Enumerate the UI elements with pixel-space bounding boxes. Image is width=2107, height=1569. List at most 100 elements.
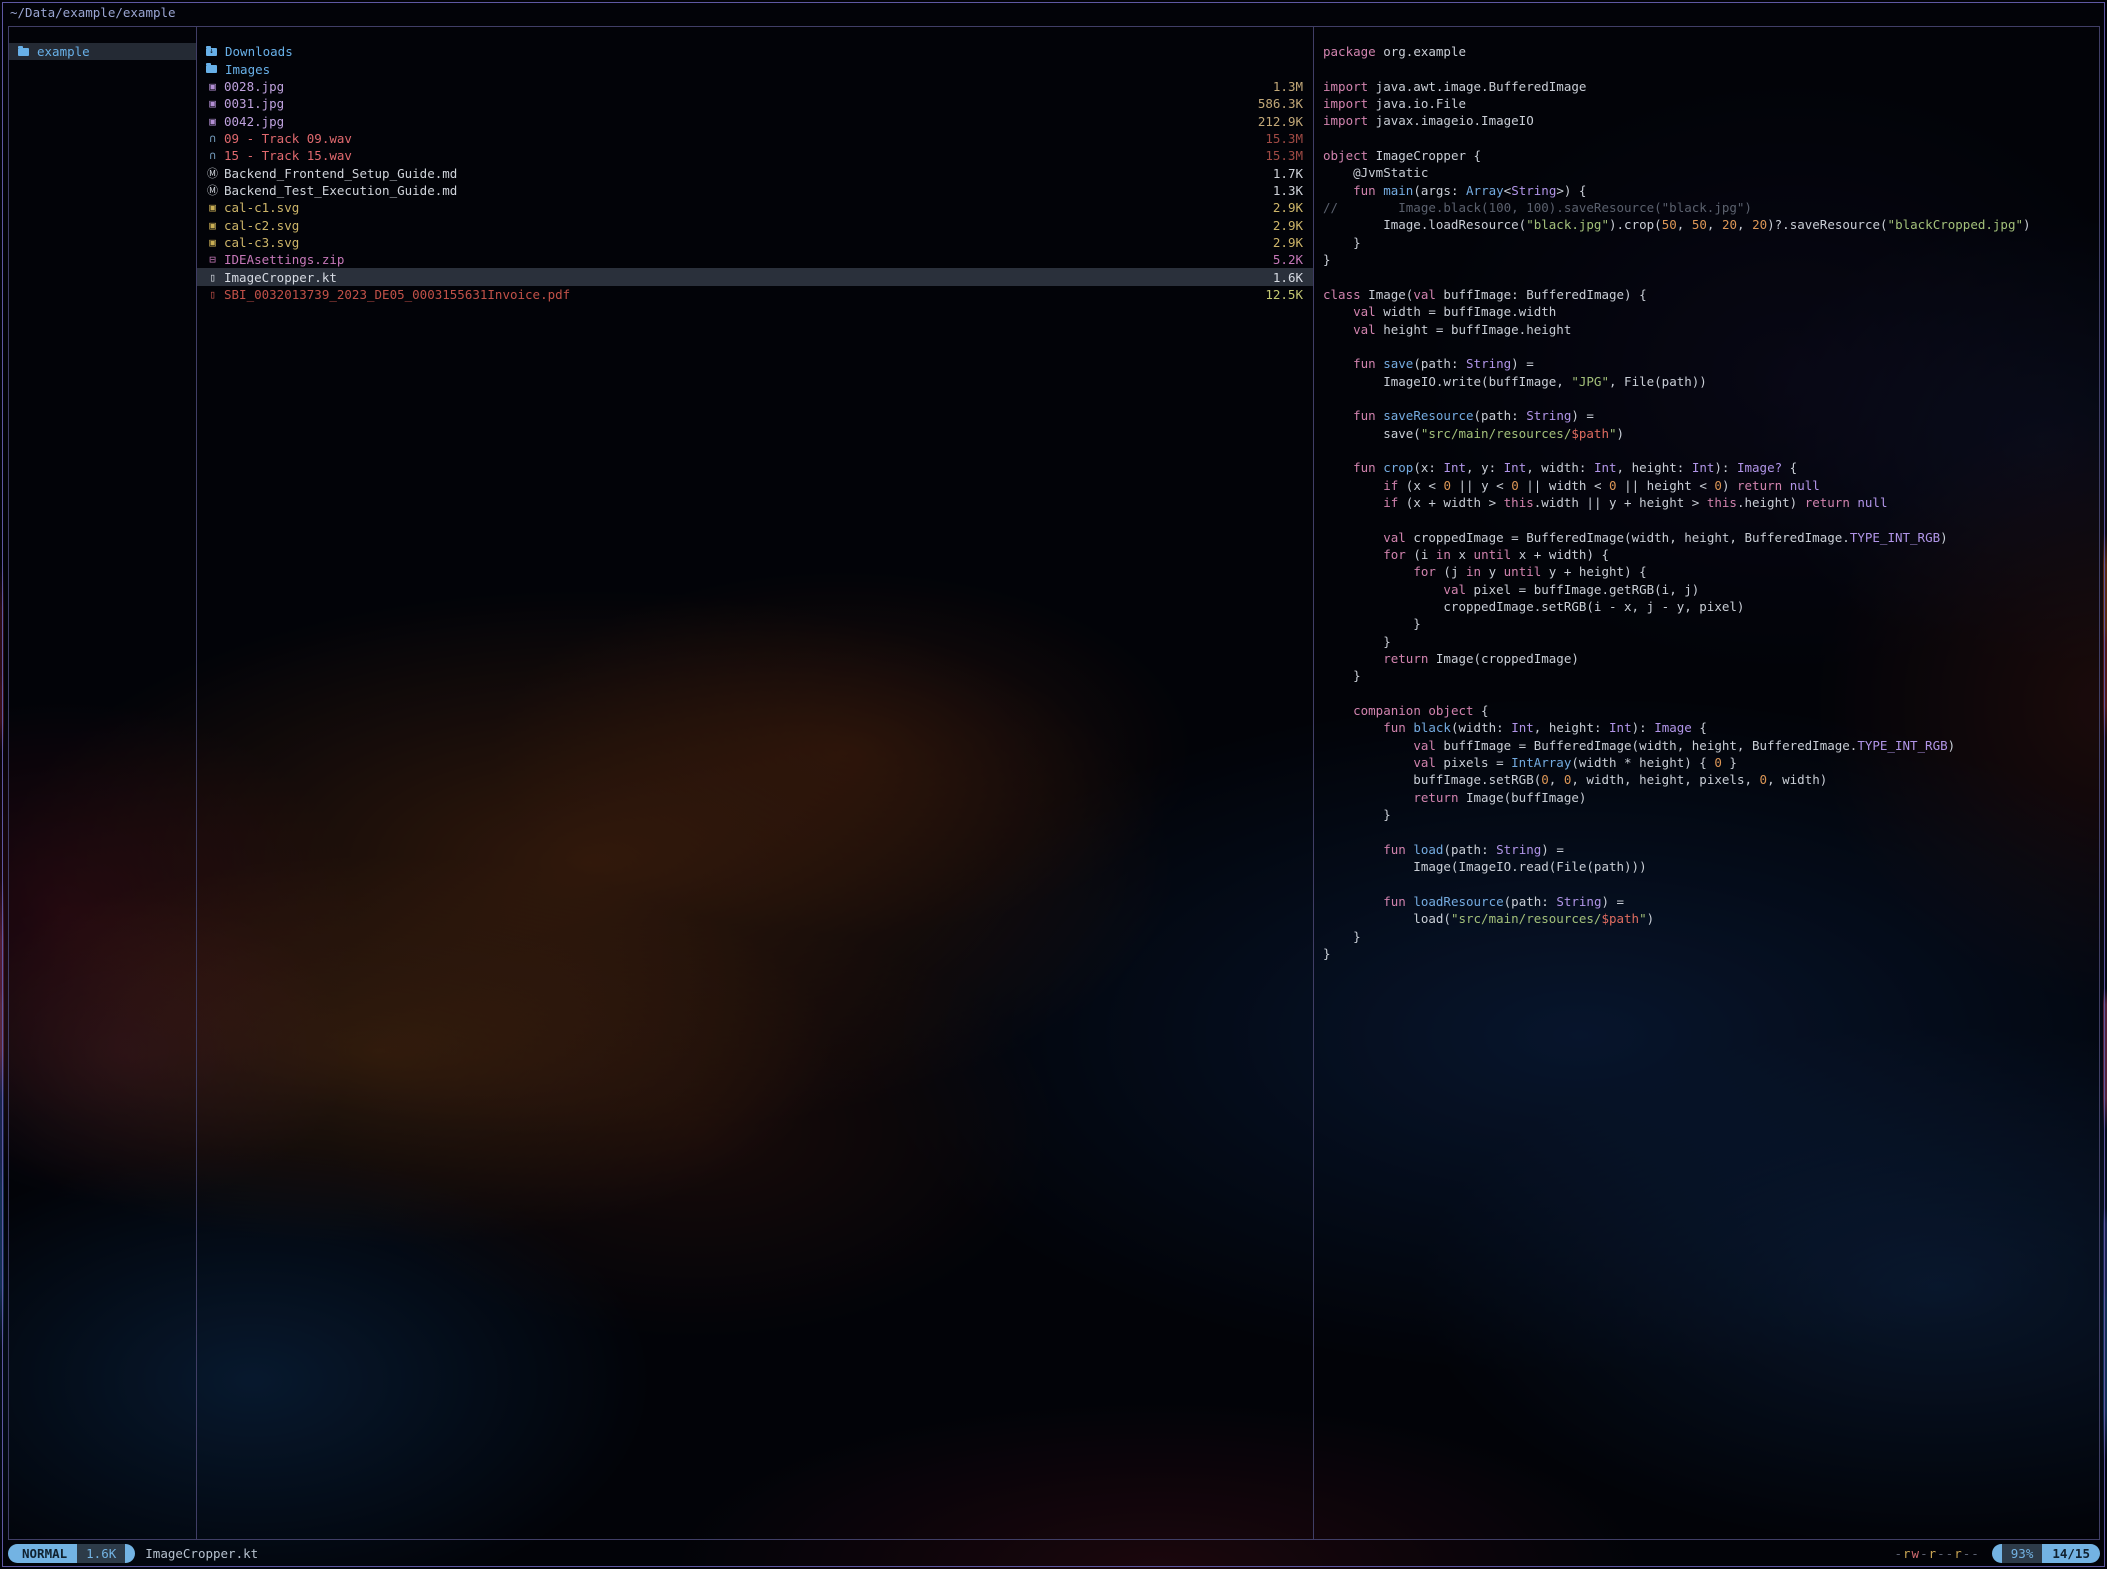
file-size: 1.7K bbox=[1273, 166, 1303, 181]
markdown-icon: Ⓜ bbox=[205, 165, 220, 181]
archive-icon: ⊟ bbox=[205, 253, 220, 266]
image-icon: ▣ bbox=[205, 80, 220, 93]
file-name: 0031.jpg bbox=[224, 96, 284, 111]
file-name: 09 - Track 09.wav bbox=[224, 131, 352, 146]
code-line bbox=[1323, 268, 2099, 285]
code-line: fun main(args: Array<String>) { bbox=[1323, 182, 2099, 199]
file-size: 586.3K bbox=[1258, 96, 1303, 111]
folder-icon bbox=[206, 65, 217, 73]
preview-pane: package org.exampleimport java.awt.image… bbox=[1314, 27, 2099, 1539]
file-row[interactable]: ⓂBackend_Test_Execution_Guide.md1.3K bbox=[197, 182, 1313, 199]
code-line bbox=[1323, 390, 2099, 407]
parent-item[interactable]: example bbox=[9, 43, 196, 60]
file-name: Downloads bbox=[225, 44, 293, 59]
file-row[interactable]: ∩ 09 - Track 09.wav 15.3M bbox=[197, 130, 1313, 147]
code-line: val width = buffImage.width bbox=[1323, 303, 2099, 320]
code-line: } bbox=[1323, 806, 2099, 823]
kotlin-file-icon: ▯ bbox=[205, 271, 220, 284]
mode-badge: NORMAL bbox=[8, 1544, 77, 1563]
code-line: } bbox=[1323, 945, 2099, 962]
file-row[interactable]: ▯SBI_0032013739_2023_DE05_0003155631Invo… bbox=[197, 286, 1313, 303]
code-line: if (x < 0 || y < 0 || width < 0 || heigh… bbox=[1323, 477, 2099, 494]
code-line bbox=[1323, 130, 2099, 147]
parent-item-label: example bbox=[37, 44, 90, 59]
file-size-badge: 1.6K bbox=[77, 1544, 125, 1563]
file-size: 2.9K bbox=[1273, 200, 1303, 215]
file-row[interactable]: ▣ cal-c3.svg 2.9K bbox=[197, 234, 1313, 251]
code-line: } bbox=[1323, 667, 2099, 684]
code-line: return Image(buffImage) bbox=[1323, 789, 2099, 806]
file-size: 1.3M bbox=[1273, 79, 1303, 94]
file-name: 15 - Track 15.wav bbox=[224, 148, 352, 163]
file-row[interactable]: ▯ImageCropper.kt1.6K bbox=[197, 268, 1313, 285]
file-row[interactable]: ⓂBackend_Frontend_Setup_Guide.md1.7K bbox=[197, 164, 1313, 181]
image-icon: ▣ bbox=[205, 97, 220, 110]
code-line: import java.io.File bbox=[1323, 95, 2099, 112]
code-line: fun black(width: Int, height: Int): Imag… bbox=[1323, 719, 2099, 736]
title-bar: ~/Data/example/example bbox=[10, 5, 176, 23]
file-row[interactable]: ▣cal-c2.svg2.9K bbox=[197, 216, 1313, 233]
file-size: 15.3M bbox=[1265, 131, 1303, 146]
image-icon: ▣ bbox=[205, 115, 220, 128]
code-line bbox=[1323, 60, 2099, 77]
file-size: 5.2K bbox=[1273, 252, 1303, 267]
audio-icon: ∩ bbox=[205, 149, 220, 162]
image-icon: ▣ bbox=[205, 219, 220, 232]
file-row[interactable]: Downloads bbox=[197, 43, 1313, 60]
code-line: Image.loadResource("black.jpg").crop(50,… bbox=[1323, 216, 2099, 233]
code-line: return Image(croppedImage) bbox=[1323, 650, 2099, 667]
file-name: Images bbox=[225, 62, 270, 77]
file-name: cal-c3.svg bbox=[224, 235, 299, 250]
code-line: fun crop(x: Int, y: Int, width: Int, hei… bbox=[1323, 459, 2099, 476]
audio-icon: ∩ bbox=[205, 132, 220, 145]
parent-pane: example bbox=[9, 27, 197, 1539]
permissions-text: -rw-r--r-- bbox=[1894, 1546, 1979, 1561]
status-bar: NORMAL 1.6K ImageCropper.kt -rw-r--r-- 9… bbox=[8, 1544, 2100, 1563]
code-line: load("src/main/resources/$path") bbox=[1323, 910, 2099, 927]
file-row[interactable]: ▣0042.jpg212.9K bbox=[197, 112, 1313, 129]
file-size: 2.9K bbox=[1273, 235, 1303, 250]
file-row[interactable]: ▣ 0031.jpg 586.3K bbox=[197, 95, 1313, 112]
code-line bbox=[1323, 442, 2099, 459]
file-name: 0028.jpg bbox=[224, 79, 284, 94]
window-title: ~/Data/example/example bbox=[10, 5, 176, 20]
image-icon: ▣ bbox=[205, 236, 220, 249]
code-line: val buffImage = BufferedImage(width, hei… bbox=[1323, 737, 2099, 754]
file-size: 12.5K bbox=[1265, 287, 1303, 302]
file-name: cal-c2.svg bbox=[224, 218, 299, 233]
code-line: companion object { bbox=[1323, 702, 2099, 719]
code-line: for (j in y until y + height) { bbox=[1323, 563, 2099, 580]
code-line: croppedImage.setRGB(i - x, j - y, pixel) bbox=[1323, 598, 2099, 615]
code-line: // Image.black(100, 100).saveResource("b… bbox=[1323, 199, 2099, 216]
file-row[interactable]: ∩ 15 - Track 15.wav 15.3M bbox=[197, 147, 1313, 164]
code-line: val croppedImage = BufferedImage(width, … bbox=[1323, 529, 2099, 546]
code-line bbox=[1323, 876, 2099, 893]
file-row[interactable]: Images bbox=[197, 60, 1313, 77]
terminal-window: ~/Data/example/example example Downloads… bbox=[0, 0, 2107, 1569]
file-size: 212.9K bbox=[1258, 114, 1303, 129]
folder-icon bbox=[18, 48, 29, 56]
code-line: class Image(val buffImage: BufferedImage… bbox=[1323, 286, 2099, 303]
code-line: if (x + width > this.width || y + height… bbox=[1323, 494, 2099, 511]
powerline-cap-icon bbox=[1992, 1544, 2002, 1563]
code-line: } bbox=[1323, 615, 2099, 632]
code-line bbox=[1323, 338, 2099, 355]
code-line: object ImageCropper { bbox=[1323, 147, 2099, 164]
folder-download-icon bbox=[206, 48, 217, 56]
markdown-icon: Ⓜ bbox=[205, 182, 220, 198]
status-filename: ImageCropper.kt bbox=[145, 1546, 258, 1561]
code-line: } bbox=[1323, 234, 2099, 251]
file-row[interactable]: ⊟IDEAsettings.zip5.2K bbox=[197, 251, 1313, 268]
image-icon: ▣ bbox=[205, 201, 220, 214]
file-size: 1.6K bbox=[1273, 270, 1303, 285]
pdf-icon: ▯ bbox=[205, 288, 220, 301]
file-size: 15.3M bbox=[1265, 148, 1303, 163]
code-line: } bbox=[1323, 633, 2099, 650]
code-line: val pixels = IntArray(width * height) { … bbox=[1323, 754, 2099, 771]
code-line: fun loadResource(path: String) = bbox=[1323, 893, 2099, 910]
code-line: import javax.imageio.ImageIO bbox=[1323, 112, 2099, 129]
code-line: val pixel = buffImage.getRGB(i, j) bbox=[1323, 581, 2099, 598]
file-name: Backend_Test_Execution_Guide.md bbox=[224, 183, 457, 198]
file-row[interactable]: ▣ 0028.jpg 1.3M bbox=[197, 78, 1313, 95]
file-row[interactable]: ▣cal-c1.svg2.9K bbox=[197, 199, 1313, 216]
